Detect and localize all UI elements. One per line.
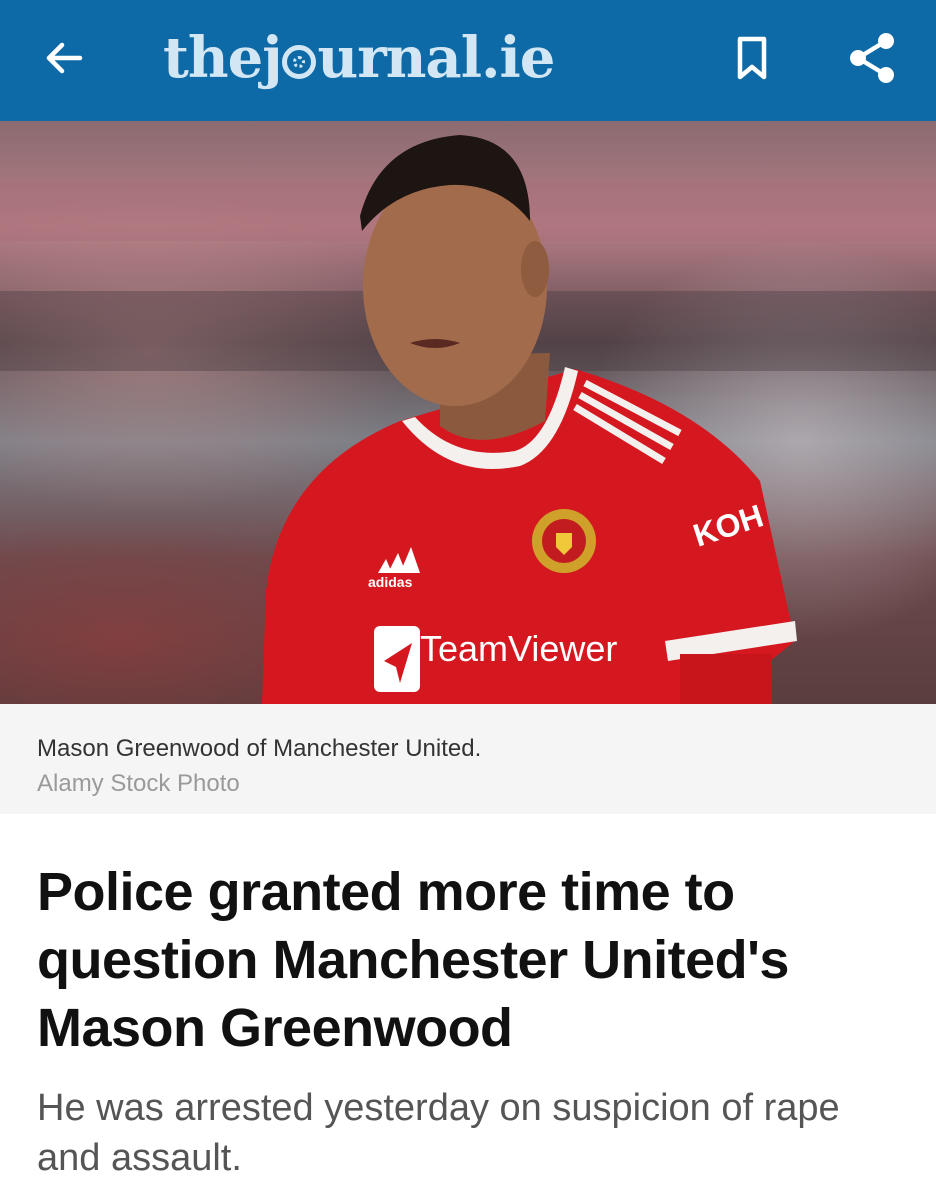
article-headline: Police granted more time to question Man… [37, 862, 789, 1058]
logo-prefix: thej [163, 25, 282, 91]
share-button[interactable] [842, 28, 902, 88]
ear [521, 241, 549, 297]
logo-o-mark [282, 45, 317, 79]
sponsor-text: TeamViewer [420, 628, 617, 669]
kit-brand-text: adidas [368, 574, 413, 590]
site-logo[interactable]: thej urnal.ie [163, 18, 555, 98]
arm [680, 654, 772, 704]
bookmark-button[interactable] [724, 30, 780, 86]
share-icon [850, 33, 894, 83]
player-photo: TeamViewer KOH adidas [0, 135, 936, 704]
image-caption: Mason Greenwood of Manchester United. Al… [0, 704, 936, 814]
photo-credit: Alamy Stock Photo [37, 770, 240, 797]
article-hero-image[interactable]: TeamViewer KOH adidas [0, 121, 936, 704]
back-button[interactable] [36, 30, 92, 86]
arrow-left-icon [46, 42, 83, 74]
app-header: thej urnal.ie [0, 0, 936, 121]
logo-suffix: urnal.ie [317, 25, 555, 91]
article-subheadline: He was arrested yesterday on suspicion o… [37, 1087, 840, 1179]
bookmark-icon [737, 36, 767, 80]
caption-text: Mason Greenwood of Manchester United. [37, 735, 482, 762]
